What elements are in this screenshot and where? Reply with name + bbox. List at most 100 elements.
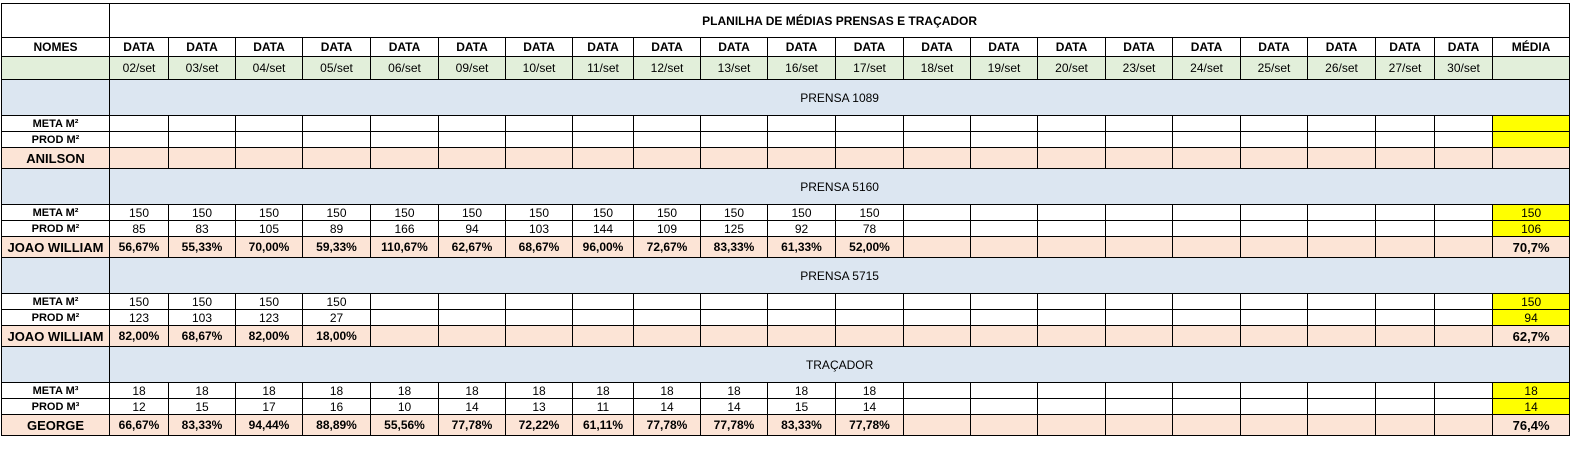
value-cell[interactable] bbox=[1037, 325, 1106, 347]
date-row-corner-cell[interactable] bbox=[1, 56, 110, 80]
value-cell[interactable] bbox=[970, 131, 1038, 148]
value-cell[interactable] bbox=[1172, 236, 1241, 258]
section-label-cell[interactable] bbox=[1, 79, 110, 116]
value-cell[interactable]: 77,78% bbox=[633, 414, 701, 436]
value-cell[interactable]: 105 bbox=[235, 220, 303, 237]
value-cell[interactable] bbox=[1434, 115, 1493, 132]
row-label[interactable]: META M² bbox=[1, 293, 110, 310]
value-cell[interactable]: 150 bbox=[109, 204, 169, 221]
value-cell[interactable]: 18 bbox=[700, 382, 768, 399]
value-cell[interactable]: 12 bbox=[109, 398, 169, 415]
date-cell[interactable]: 05/set bbox=[302, 56, 371, 80]
value-cell[interactable] bbox=[1240, 204, 1308, 221]
value-cell[interactable] bbox=[1434, 398, 1493, 415]
average-cell[interactable]: 106 bbox=[1491, 220, 1571, 237]
value-cell[interactable] bbox=[835, 115, 904, 132]
value-cell[interactable] bbox=[903, 309, 971, 326]
average-cell[interactable] bbox=[1491, 131, 1571, 148]
value-cell[interactable] bbox=[235, 115, 303, 132]
value-cell[interactable] bbox=[1240, 414, 1308, 436]
row-label[interactable]: META M² bbox=[1, 115, 110, 132]
names-header[interactable]: NOMES bbox=[1, 37, 110, 57]
value-cell[interactable] bbox=[1375, 382, 1435, 399]
value-cell[interactable]: 72,22% bbox=[505, 414, 573, 436]
value-cell[interactable] bbox=[302, 115, 371, 132]
section-label-cell[interactable] bbox=[1, 346, 110, 383]
value-cell[interactable]: 77,78% bbox=[835, 414, 904, 436]
value-cell[interactable] bbox=[835, 293, 904, 310]
value-cell[interactable]: 61,33% bbox=[767, 236, 836, 258]
section-title[interactable]: PRENSA 5715 bbox=[108, 257, 1571, 294]
value-cell[interactable] bbox=[1307, 382, 1376, 399]
value-cell[interactable] bbox=[1434, 220, 1493, 237]
date-cell[interactable]: 12/set bbox=[633, 56, 701, 80]
value-cell[interactable] bbox=[572, 309, 634, 326]
value-cell[interactable] bbox=[700, 325, 768, 347]
value-cell[interactable] bbox=[1172, 309, 1241, 326]
value-cell[interactable]: 150 bbox=[633, 204, 701, 221]
value-cell[interactable] bbox=[505, 147, 573, 169]
value-cell[interactable]: 150 bbox=[302, 204, 371, 221]
value-cell[interactable]: 18 bbox=[505, 382, 573, 399]
value-cell[interactable] bbox=[1105, 398, 1173, 415]
value-cell[interactable] bbox=[1307, 115, 1376, 132]
value-cell[interactable] bbox=[505, 325, 573, 347]
date-cell[interactable]: 09/set bbox=[438, 56, 506, 80]
value-cell[interactable] bbox=[370, 115, 439, 132]
value-cell[interactable]: 150 bbox=[109, 293, 169, 310]
value-cell[interactable] bbox=[1375, 325, 1435, 347]
value-cell[interactable] bbox=[1037, 131, 1106, 148]
value-cell[interactable] bbox=[767, 131, 836, 148]
value-cell[interactable] bbox=[168, 115, 236, 132]
value-cell[interactable] bbox=[168, 131, 236, 148]
value-cell[interactable] bbox=[1434, 325, 1493, 347]
average-cell[interactable] bbox=[1491, 115, 1571, 132]
value-cell[interactable]: 55,33% bbox=[168, 236, 236, 258]
date-avg-cell[interactable] bbox=[1491, 56, 1571, 80]
value-cell[interactable] bbox=[903, 382, 971, 399]
value-cell[interactable] bbox=[572, 147, 634, 169]
date-cell[interactable]: 02/set bbox=[109, 56, 169, 80]
value-cell[interactable] bbox=[767, 293, 836, 310]
value-cell[interactable] bbox=[438, 309, 506, 326]
value-cell[interactable] bbox=[1037, 204, 1106, 221]
value-cell[interactable] bbox=[1375, 147, 1435, 169]
section-title[interactable]: TRAÇADOR bbox=[108, 346, 1571, 383]
value-cell[interactable] bbox=[1434, 382, 1493, 399]
average-cell[interactable]: 150 bbox=[1491, 204, 1571, 221]
value-cell[interactable] bbox=[700, 309, 768, 326]
data-header[interactable]: DATA bbox=[235, 37, 303, 57]
value-cell[interactable] bbox=[572, 115, 634, 132]
value-cell[interactable] bbox=[109, 131, 169, 148]
value-cell[interactable] bbox=[1434, 131, 1493, 148]
value-cell[interactable]: 14 bbox=[633, 398, 701, 415]
value-cell[interactable]: 88,89% bbox=[302, 414, 371, 436]
value-cell[interactable] bbox=[370, 147, 439, 169]
value-cell[interactable] bbox=[438, 325, 506, 347]
average-cell[interactable]: 70,7% bbox=[1491, 236, 1571, 258]
value-cell[interactable]: 150 bbox=[572, 204, 634, 221]
value-cell[interactable]: 150 bbox=[505, 204, 573, 221]
value-cell[interactable] bbox=[302, 147, 371, 169]
value-cell[interactable] bbox=[1172, 398, 1241, 415]
section-label-cell[interactable] bbox=[1, 257, 110, 294]
value-cell[interactable] bbox=[1037, 309, 1106, 326]
value-cell[interactable]: 17 bbox=[235, 398, 303, 415]
value-cell[interactable] bbox=[835, 309, 904, 326]
value-cell[interactable] bbox=[1172, 115, 1241, 132]
date-cell[interactable]: 30/set bbox=[1434, 56, 1493, 80]
value-cell[interactable] bbox=[1307, 147, 1376, 169]
value-cell[interactable]: 77,78% bbox=[700, 414, 768, 436]
value-cell[interactable]: 55,56% bbox=[370, 414, 439, 436]
data-header[interactable]: DATA bbox=[1307, 37, 1376, 57]
date-cell[interactable]: 19/set bbox=[970, 56, 1038, 80]
value-cell[interactable] bbox=[1037, 398, 1106, 415]
value-cell[interactable]: 125 bbox=[700, 220, 768, 237]
value-cell[interactable] bbox=[633, 115, 701, 132]
row-label[interactable]: META M² bbox=[1, 204, 110, 221]
date-cell[interactable]: 26/set bbox=[1307, 56, 1376, 80]
value-cell[interactable] bbox=[1375, 131, 1435, 148]
value-cell[interactable] bbox=[572, 293, 634, 310]
value-cell[interactable]: 18 bbox=[370, 382, 439, 399]
value-cell[interactable] bbox=[1240, 382, 1308, 399]
